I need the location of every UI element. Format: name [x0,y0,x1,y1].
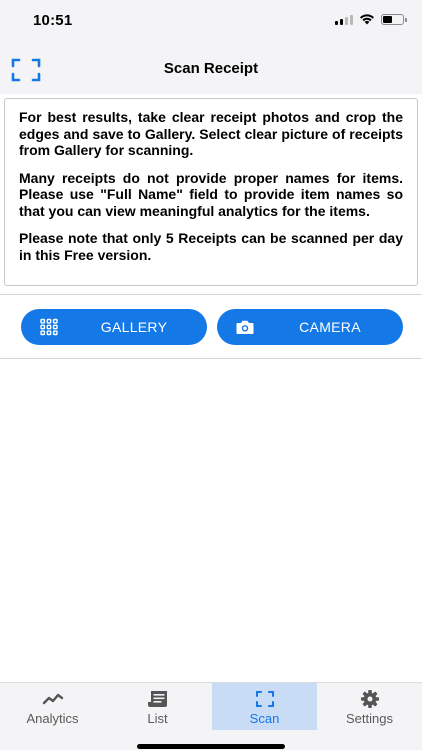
status-time: 10:51 [33,12,73,29]
list-icon [147,691,167,707]
tab-scan[interactable]: Scan [212,683,317,730]
scan-instructions-box: For best results, take clear receipt pho… [4,98,418,286]
page-title: Scan Receipt [163,60,259,77]
tab-settings-label: Settings [346,711,393,726]
camera-button[interactable]: CAMERA [217,309,403,345]
instruction-paragraph: For best results, take clear receipt pho… [19,109,403,158]
tab-list[interactable]: List [105,683,210,730]
wifi-icon [360,14,374,25]
camera-icon [236,320,254,334]
gear-icon [360,690,379,708]
home-indicator [137,744,285,749]
divider [0,294,422,295]
status-bar: 10:51 [0,0,422,44]
tab-list-label: List [147,711,168,726]
tab-analytics[interactable]: Analytics [0,683,105,730]
tab-analytics-label: Analytics [26,711,79,726]
nav-bar: Scan Receipt [0,44,422,94]
analytics-icon [42,693,63,705]
cellular-signal-icon [335,14,353,25]
gallery-button[interactable]: GALLERY [21,309,207,345]
grid-icon [40,318,58,336]
instruction-paragraph: Please note that only 5 Receipts can be … [19,230,403,263]
tab-settings[interactable]: Settings [317,683,422,730]
tab-bar: Analytics List Scan Settings [0,682,422,750]
tab-scan-label: Scan [249,711,280,726]
status-icons [335,13,407,25]
divider [0,358,422,359]
instruction-paragraph: Many receipts do not provide proper name… [19,169,403,219]
scan-icon [255,691,274,707]
battery-icon [381,13,407,25]
